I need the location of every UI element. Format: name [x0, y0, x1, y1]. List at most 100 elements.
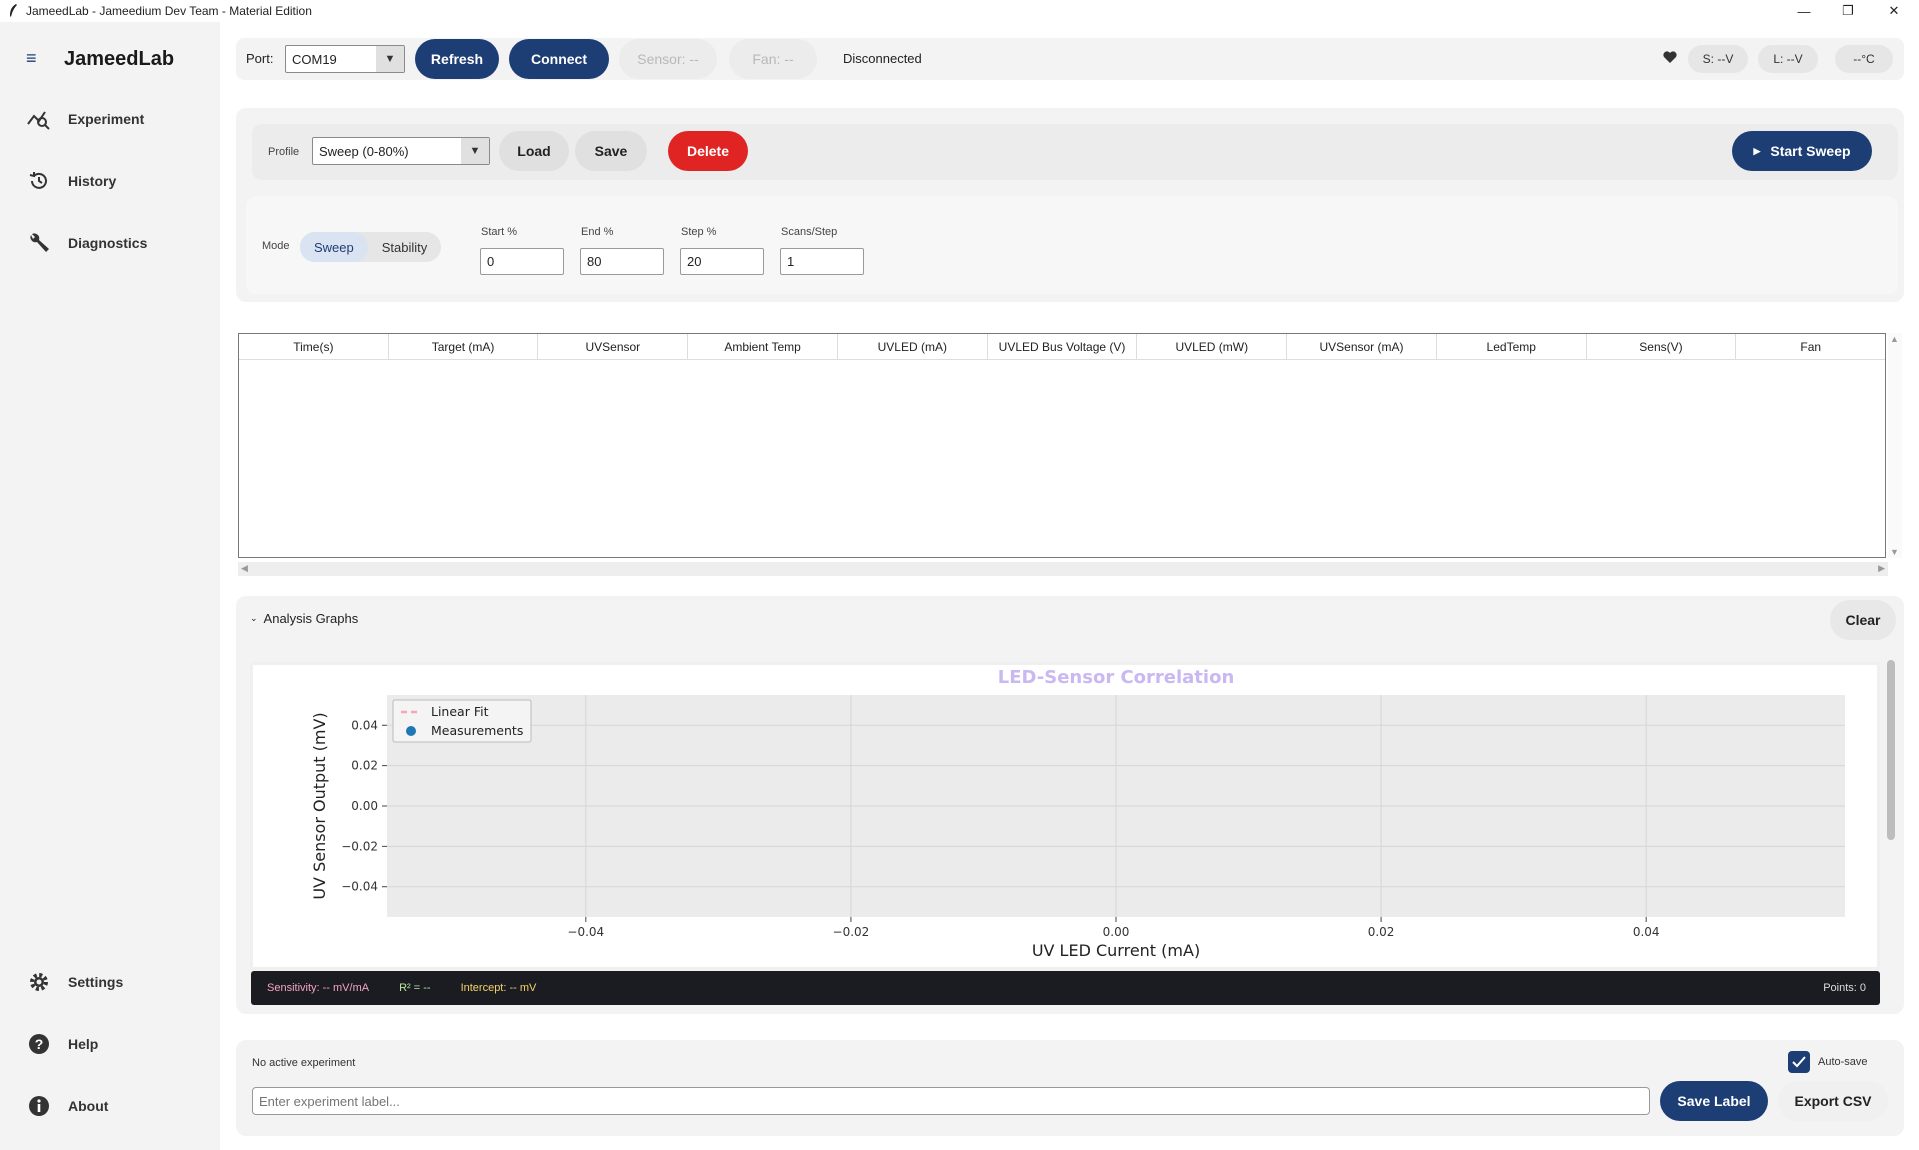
sensor-status-button: Sensor: --	[619, 39, 717, 79]
save-label-button[interactable]: Save Label	[1660, 1081, 1768, 1121]
autosave-toggle[interactable]: Auto-save	[1788, 1051, 1868, 1073]
end-percent-label: End %	[581, 226, 614, 238]
mode-sweep[interactable]: Sweep	[300, 232, 368, 262]
table-vertical-scrollbar[interactable]: ▲ ▼	[1888, 333, 1902, 558]
minimize-icon[interactable]: —	[1782, 0, 1826, 22]
scans-per-step-label: Scans/Step	[781, 226, 838, 238]
step-percent-label: Step %	[681, 226, 717, 238]
delete-profile-button[interactable]: Delete	[668, 131, 748, 171]
points-count: Points: 0	[1823, 982, 1866, 994]
params-panel	[246, 196, 1898, 294]
column-header-fan[interactable]: Fan	[1736, 334, 1885, 359]
sidebar-item-help[interactable]: ? Help	[26, 1030, 98, 1058]
table-header: Time(s) Target (mA) UVSensor Ambient Tem…	[239, 334, 1885, 360]
column-header-uvsensor[interactable]: UVSensor	[538, 334, 689, 359]
chart-svg: −0.04 −0.02 0.00 0.02 0.04 0.04 0.02 0.00 −0.02 −…	[310, 667, 1845, 960]
play-icon: ▶	[1753, 145, 1761, 156]
x-tick-label: −0.02	[833, 925, 870, 939]
column-header-uvled-ma[interactable]: UVLED (mA)	[838, 334, 988, 359]
chevron-down-icon: ▼	[376, 46, 404, 72]
legend-linear-fit-label: Linear Fit	[431, 704, 489, 719]
maximize-icon[interactable]: ❐	[1826, 0, 1870, 22]
column-header-ledtemp[interactable]: LedTemp	[1437, 334, 1587, 359]
x-tick-label: 0.02	[1368, 925, 1395, 939]
data-table[interactable]: Time(s) Target (mA) UVSensor Ambient Tem…	[238, 333, 1886, 558]
start-sweep-button[interactable]: ▶ Start Sweep	[1732, 131, 1872, 171]
checkbox-checked-icon[interactable]	[1788, 1051, 1810, 1073]
column-header-ambient-temp[interactable]: Ambient Temp	[688, 334, 838, 359]
info-icon	[26, 1093, 52, 1119]
mode-toggle[interactable]: Sweep Stability	[300, 232, 442, 262]
sensor-voltage-pill: S: --V	[1688, 45, 1748, 73]
table-horizontal-scrollbar[interactable]: ◀ ▶	[238, 562, 1888, 576]
save-profile-button[interactable]: Save	[575, 131, 647, 171]
scans-per-step-field[interactable]: 1	[780, 248, 864, 275]
window-title: JameedLab - Jameedium Dev Team - Materia…	[26, 4, 312, 18]
y-tick-label: 0.04	[351, 718, 378, 732]
hamburger-menu-icon[interactable]: ≡	[26, 48, 37, 69]
step-percent-field[interactable]: 20	[680, 248, 764, 275]
sidebar-item-about[interactable]: About	[26, 1092, 108, 1120]
x-axis-label: UV LED Current (mA)	[1032, 941, 1200, 960]
refresh-button[interactable]: Refresh	[415, 39, 499, 79]
sidebar-item-label: History	[68, 173, 117, 189]
autosave-label: Auto-save	[1818, 1056, 1868, 1068]
sidebar-item-settings[interactable]: Settings	[26, 968, 123, 996]
chevron-down-icon: ▼	[461, 138, 489, 164]
port-label: Port:	[246, 51, 274, 66]
analysis-scrollbar[interactable]	[1887, 660, 1895, 840]
start-percent-label: Start %	[481, 226, 518, 238]
scroll-right-icon[interactable]: ▶	[1878, 563, 1885, 574]
connection-status: Disconnected	[843, 51, 922, 66]
export-csv-button[interactable]: Export CSV	[1778, 1081, 1888, 1121]
scroll-down-icon[interactable]: ▼	[1890, 547, 1899, 557]
y-axis-label: UV Sensor Output (mV)	[310, 712, 329, 899]
sidebar-item-label: About	[68, 1098, 109, 1114]
mode-label: Mode	[262, 240, 290, 252]
experiment-status: No active experiment	[252, 1057, 356, 1069]
y-tick-label: 0.00	[351, 799, 378, 813]
end-percent-field[interactable]: 80	[580, 248, 664, 275]
experiment-label-input[interactable]	[252, 1087, 1650, 1115]
column-header-time[interactable]: Time(s)	[239, 334, 389, 359]
sensitivity-value: Sensitivity: -- mV/mA	[267, 982, 370, 994]
column-header-target[interactable]: Target (mA)	[389, 334, 539, 359]
r-squared-value: R² = --	[399, 982, 431, 994]
legend-measurements-swatch	[406, 726, 416, 736]
profile-select[interactable]: Sweep (0-80%) ▼	[312, 137, 490, 165]
fan-status-button: Fan: --	[729, 39, 817, 79]
column-header-sens-v[interactable]: Sens(V)	[1587, 334, 1737, 359]
chart-magnify-icon	[26, 106, 52, 132]
column-header-uvled-mw[interactable]: UVLED (mW)	[1137, 334, 1288, 359]
port-value: COM19	[292, 51, 337, 67]
led-voltage-pill: L: --V	[1758, 45, 1818, 73]
start-percent-field[interactable]: 0	[480, 248, 564, 275]
load-button[interactable]: Load	[499, 131, 569, 171]
x-tick-label: −0.04	[567, 925, 604, 939]
port-select[interactable]: COM19 ▼	[285, 45, 405, 73]
help-icon: ?	[26, 1031, 52, 1057]
mode-stability[interactable]: Stability	[368, 232, 442, 262]
wrench-icon	[26, 230, 52, 256]
scroll-left-icon[interactable]: ◀	[241, 563, 248, 574]
intercept-value: Intercept: -- mV	[460, 982, 537, 994]
fit-stats-bar: Sensitivity: -- mV/mA R² = -- Intercept:…	[251, 971, 1880, 1005]
y-tick-label: 0.02	[351, 759, 378, 773]
close-icon[interactable]: ✕	[1872, 0, 1916, 22]
sidebar-item-history[interactable]: History	[26, 167, 116, 195]
clear-button[interactable]: Clear	[1830, 600, 1896, 640]
column-header-uvled-bus-voltage[interactable]: UVLED Bus Voltage (V)	[988, 334, 1138, 359]
scroll-up-icon[interactable]: ▲	[1890, 334, 1899, 344]
correlation-chart: −0.04 −0.02 0.00 0.02 0.04 0.04 0.02 0.00 −0.02 −…	[250, 662, 1880, 970]
sidebar: ≡ JameedLab Experiment History Diagnosti…	[0, 22, 220, 1150]
sidebar-item-experiment[interactable]: Experiment	[26, 105, 144, 133]
chevron-down-icon: ⌄	[250, 613, 258, 623]
history-icon	[26, 168, 52, 194]
profile-label: Profile	[268, 146, 300, 158]
connect-button[interactable]: Connect	[509, 39, 609, 79]
sidebar-item-label: Diagnostics	[68, 235, 148, 251]
analysis-toggle[interactable]: ⌄ Analysis Graphs	[250, 611, 358, 626]
x-tick-label: 0.04	[1633, 925, 1660, 939]
sidebar-item-diagnostics[interactable]: Diagnostics	[26, 229, 147, 257]
column-header-uvsensor-ma[interactable]: UVSensor (mA)	[1287, 334, 1437, 359]
